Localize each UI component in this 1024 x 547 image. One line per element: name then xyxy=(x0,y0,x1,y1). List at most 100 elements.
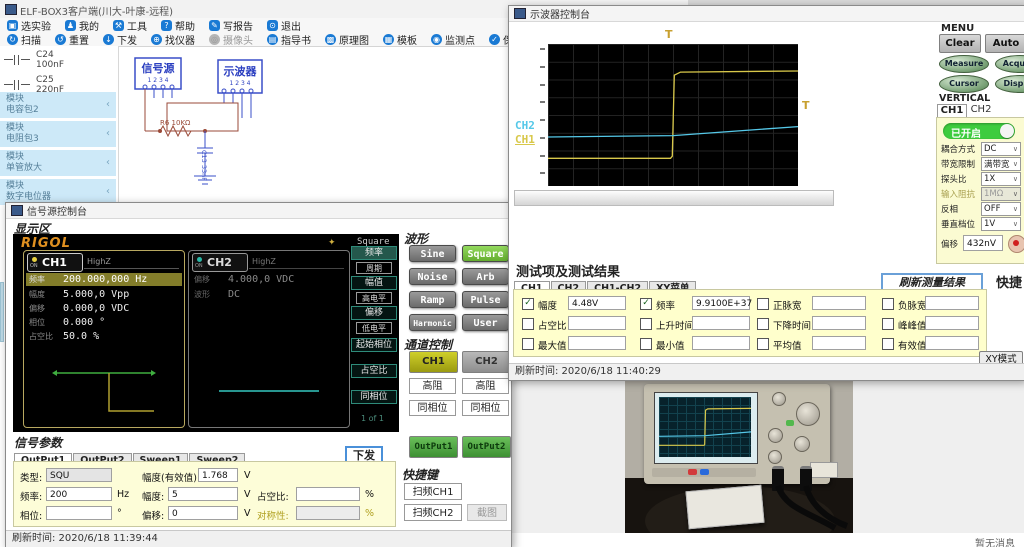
sidebar-component-C24[interactable]: C24100nF xyxy=(4,50,64,70)
ch1-same-phase-button[interactable]: 同相位 xyxy=(409,400,456,416)
waveform-button-Square[interactable]: Square xyxy=(462,245,509,262)
measure-checkbox-最大值[interactable] xyxy=(522,338,534,350)
measure-checkbox-峰峰值[interactable] xyxy=(882,318,894,330)
trigger-marker-right[interactable]: T xyxy=(802,99,810,112)
measure-checkbox-平均值[interactable] xyxy=(757,338,769,350)
auto-button[interactable]: Auto xyxy=(985,34,1024,53)
measure-checkbox-下降时间[interactable] xyxy=(757,318,769,330)
scope-titlebar[interactable]: 示波器控制台 xyxy=(509,6,1024,22)
record-button[interactable] xyxy=(1008,235,1024,253)
softkey-偏移[interactable]: 偏移 xyxy=(351,306,397,320)
amp-input[interactable]: 5 xyxy=(168,487,238,501)
rigol-ch2-panel[interactable]: ON CH2 HighZ 偏移4.000,0 VDC波形DC xyxy=(188,250,350,428)
measure-button[interactable]: Measure xyxy=(939,55,989,73)
cursor-button[interactable]: Cursor xyxy=(939,75,989,93)
channel-ch2-button[interactable]: CH2 xyxy=(462,351,511,373)
measure-value-上升时间[interactable] xyxy=(692,316,750,330)
softkey-占空比[interactable]: 占空比 xyxy=(351,364,397,378)
softkey-频率[interactable]: 频率 xyxy=(351,246,397,260)
type-input[interactable]: SQU xyxy=(46,468,112,482)
acquire-button[interactable]: Acquire xyxy=(995,55,1024,73)
toolbar-send[interactable]: ↓下发 xyxy=(96,32,144,46)
phase-input[interactable] xyxy=(46,506,112,520)
softkey-周期[interactable]: 周期 xyxy=(356,262,392,274)
offset-input[interactable]: 0 xyxy=(168,506,238,520)
clear-button[interactable]: Clear xyxy=(939,34,981,53)
toolbar-scan[interactable]: ↻扫描 xyxy=(0,32,48,46)
display-button[interactable]: Display xyxy=(995,75,1024,93)
ch2-hiz-button[interactable]: 高阻 xyxy=(462,378,509,394)
measure-checkbox-上升时间[interactable] xyxy=(640,318,652,330)
vertical-row-dropdown[interactable]: OFF∨ xyxy=(981,202,1021,216)
vertical-row-dropdown[interactable]: 1X∨ xyxy=(981,172,1021,186)
toolbar-guide[interactable]: ▤指导书 xyxy=(260,32,318,46)
measure-value-平均值[interactable] xyxy=(812,336,866,350)
menu-item-user[interactable]: ♟我的 xyxy=(58,18,106,32)
softkey-同相位[interactable]: 同相位 xyxy=(351,390,397,404)
rms-input[interactable]: 1.768 xyxy=(198,468,238,482)
measure-value-占空比[interactable] xyxy=(568,316,626,330)
measure-value-幅度[interactable]: 4.48V xyxy=(568,296,626,310)
waveform-button-Arb[interactable]: Arb xyxy=(462,268,509,285)
ch2-same-phase-button[interactable]: 同相位 xyxy=(462,400,509,416)
rigol-ch1-panel[interactable]: ON CH1 HighZ 频率200.000,000 Hz幅度5.000,0 V… xyxy=(23,250,185,428)
measure-value-最小值[interactable] xyxy=(692,336,750,350)
toolbar-find-instrument[interactable]: ⊕找仪器 xyxy=(144,32,202,46)
sidebar-module-电容包2[interactable]: 模块电容包2‹ xyxy=(0,92,116,118)
scope-h-scrollbar[interactable] xyxy=(514,190,834,206)
measure-value-峰峰值[interactable] xyxy=(925,316,979,330)
sidebar-module-电阻包3[interactable]: 模块电阻包3‹ xyxy=(0,121,116,147)
softkey-高电平[interactable]: 高电平 xyxy=(356,292,392,304)
measure-checkbox-负脉宽[interactable] xyxy=(882,298,894,310)
softkey-低电平[interactable]: 低电平 xyxy=(356,322,392,334)
vertical-tab-ch1[interactable]: CH1 xyxy=(937,104,967,118)
menu-item-exit[interactable]: ⊙退出 xyxy=(260,18,308,32)
measure-checkbox-幅度[interactable]: ✓ xyxy=(522,298,534,310)
measure-checkbox-频率[interactable]: ✓ xyxy=(640,298,652,310)
waveform-button-Noise[interactable]: Noise xyxy=(409,268,456,285)
ch1-hiz-button[interactable]: 高阻 xyxy=(409,378,456,394)
offset-row-input[interactable]: 432nV xyxy=(963,235,1003,251)
waveform-button-Ramp[interactable]: Ramp xyxy=(409,291,456,308)
measure-checkbox-正脉宽[interactable] xyxy=(757,298,769,310)
measure-checkbox-最小值[interactable] xyxy=(640,338,652,350)
measure-value-下降时间[interactable] xyxy=(812,316,866,330)
vertical-row-dropdown[interactable]: 满带宽∨ xyxy=(981,157,1021,171)
vertical-row-dropdown[interactable]: 1V∨ xyxy=(981,217,1021,231)
measure-checkbox-占空比[interactable] xyxy=(522,318,534,330)
channel-ch1-button[interactable]: CH1 xyxy=(409,351,458,373)
waveform-button-User[interactable]: User xyxy=(462,314,509,331)
measure-value-负脉宽[interactable] xyxy=(925,296,979,310)
waveform-button-Pulse[interactable]: Pulse xyxy=(462,291,509,308)
output2-button[interactable]: OutPut2 xyxy=(462,436,511,458)
output1-button[interactable]: OutPut1 xyxy=(409,436,458,458)
toolbar-schematic[interactable]: ▩原理图 xyxy=(318,32,376,46)
sweep-ch1-button[interactable]: 扫频CH1 xyxy=(404,483,462,500)
softkey-幅值[interactable]: 幅值 xyxy=(351,276,397,290)
menu-item-tools[interactable]: ⚒工具 xyxy=(106,18,154,32)
measure-checkbox-有效值[interactable] xyxy=(882,338,894,350)
toolbar-reset[interactable]: ↺重置 xyxy=(48,32,96,46)
freq-input[interactable]: 200 xyxy=(46,487,112,501)
siggen-titlebar[interactable]: 信号源控制台 xyxy=(6,203,511,219)
menu-item-help[interactable]: ?帮助 xyxy=(154,18,202,32)
measure-value-频率[interactable]: 9.9100E+37 xyxy=(692,296,750,310)
menu-item-report[interactable]: ✎写报告 xyxy=(202,18,260,32)
channel-enabled-toggle[interactable]: 已开启 xyxy=(943,123,1015,139)
softkey-起始相位[interactable]: 起始相位 xyxy=(351,338,397,352)
menu-item-experiment[interactable]: ▣选实验 xyxy=(0,18,58,32)
sidebar-module-单管放大[interactable]: 模块单管放大‹ xyxy=(0,150,116,176)
vertical-tab-ch2[interactable]: CH2 xyxy=(967,104,995,117)
trigger-marker-top[interactable]: T xyxy=(665,28,673,41)
symmetry-input[interactable] xyxy=(296,506,360,520)
toolbar-template[interactable]: ▦模板 xyxy=(376,32,424,46)
measure-value-最大值[interactable] xyxy=(568,336,626,350)
waveform-button-Harmonic[interactable]: Harmonic xyxy=(409,314,456,331)
measure-value-有效值[interactable] xyxy=(925,336,979,350)
vertical-row-dropdown[interactable]: DC∨ xyxy=(981,142,1021,156)
toolbar-monitor[interactable]: ◉监测点 xyxy=(424,32,482,46)
duty-input[interactable] xyxy=(296,487,360,501)
measure-value-正脉宽[interactable] xyxy=(812,296,866,310)
snapshot-button[interactable]: 截图 xyxy=(467,504,507,521)
sweep-ch2-button[interactable]: 扫频CH2 xyxy=(404,504,462,521)
